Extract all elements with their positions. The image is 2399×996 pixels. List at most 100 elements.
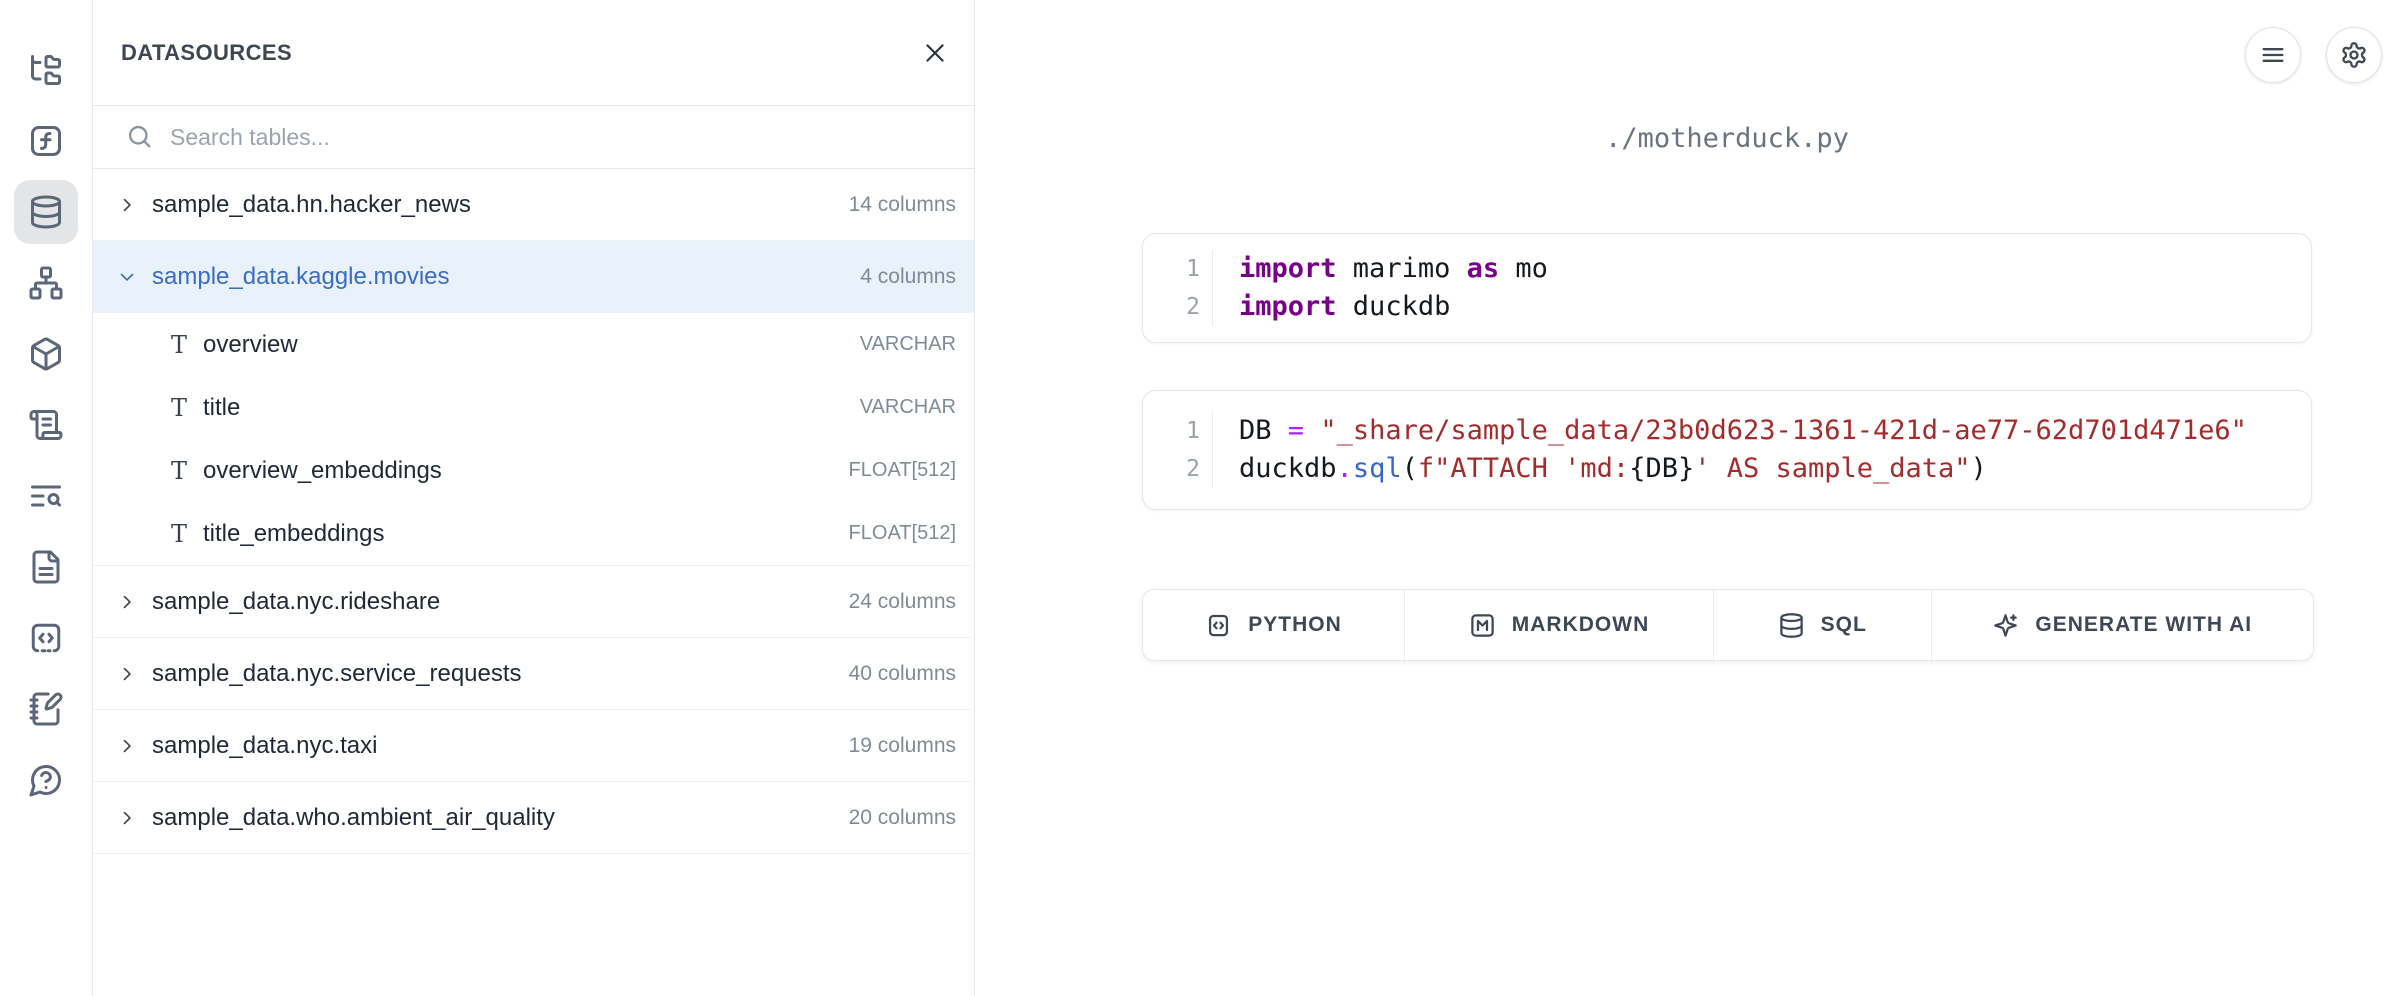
app-root: DATASOURCES sample_data.hn.hacker_news 1… xyxy=(0,0,2399,996)
line-number: 2 xyxy=(1143,288,1200,326)
table-name: sample_data.who.ambient_air_quality xyxy=(152,804,849,832)
chat-question-icon xyxy=(28,762,64,798)
add-cell-sql-button[interactable]: SQL xyxy=(1714,590,1932,660)
box-icon xyxy=(28,336,64,372)
table-name: sample_data.nyc.service_requests xyxy=(152,660,849,688)
text-type-icon: T xyxy=(166,331,192,359)
table-row[interactable]: sample_data.nyc.service_requests 40 colu… xyxy=(93,638,974,710)
rail-icon-box xyxy=(14,535,78,599)
table-row[interactable]: sample_data.who.ambient_air_quality 20 c… xyxy=(93,782,974,854)
search-icon xyxy=(126,123,154,151)
file-text-icon xyxy=(28,549,64,585)
action-label: MARKDOWN xyxy=(1512,613,1649,637)
text-search-icon xyxy=(28,478,64,514)
line-number-gutter: 12 xyxy=(1143,250,1213,326)
folder-tree-icon xyxy=(28,52,64,88)
sparkles-icon xyxy=(1992,612,2019,639)
database-icon xyxy=(28,194,64,230)
code-square-icon xyxy=(28,620,64,656)
code-line: duckdb.sql(f"ATTACH 'md:{DB}' AS sample_… xyxy=(1239,450,2311,488)
rail-icon-box xyxy=(14,109,78,173)
table-row[interactable]: sample_data.hn.hacker_news 14 columns xyxy=(93,169,974,241)
code-editor[interactable]: DB = "_share/sample_data/23b0d623-1361-4… xyxy=(1213,412,2311,488)
table-column-count: 19 columns xyxy=(849,734,956,758)
table-row[interactable]: sample_data.kaggle.movies 4 columns xyxy=(93,241,974,313)
chevron-right-icon xyxy=(117,664,137,684)
column-row[interactable]: T overview VARCHAR xyxy=(93,313,974,376)
rail-item-documentation[interactable] xyxy=(0,531,93,602)
text-type-icon: T xyxy=(166,457,192,485)
rail-item-logs[interactable] xyxy=(0,389,93,460)
square-m-icon xyxy=(1469,612,1496,639)
datasources-panel: DATASOURCES sample_data.hn.hacker_news 1… xyxy=(93,0,975,996)
code-editor[interactable]: import marimo as moimport duckdb xyxy=(1213,250,2311,326)
action-label: SQL xyxy=(1821,613,1867,637)
columns-group: T overview VARCHAR T title VARCHAR T ove… xyxy=(93,313,974,566)
chevron-right-icon xyxy=(117,736,137,756)
table-row[interactable]: sample_data.nyc.rideshare 24 columns xyxy=(93,566,974,638)
notebook-filename: ./motherduck.py xyxy=(1142,123,2312,154)
close-panel-button[interactable] xyxy=(922,40,948,66)
menu-button[interactable] xyxy=(2245,27,2301,83)
column-row[interactable]: T title_embeddings FLOAT[512] xyxy=(93,502,974,565)
column-type: FLOAT[512] xyxy=(849,522,956,545)
column-type: VARCHAR xyxy=(860,333,956,356)
rail-item-scratchpad[interactable] xyxy=(0,673,93,744)
network-icon xyxy=(28,265,64,301)
code-line: import marimo as mo xyxy=(1239,250,2311,288)
chevron-down-icon xyxy=(117,267,137,287)
line-number: 1 xyxy=(1143,412,1200,450)
rail-item-datasources[interactable] xyxy=(0,176,93,247)
text-type-icon: T xyxy=(166,520,192,548)
chevron-right-icon xyxy=(117,195,137,215)
table-name: sample_data.hn.hacker_news xyxy=(152,191,849,219)
notebook-pen-icon xyxy=(28,691,64,727)
table-row[interactable]: sample_data.nyc.taxi 19 columns xyxy=(93,710,974,782)
panel-title: DATASOURCES xyxy=(121,40,292,66)
rail-item-variables[interactable] xyxy=(0,105,93,176)
rail-icon-box xyxy=(14,322,78,386)
rail-item-dependency-graph[interactable] xyxy=(0,247,93,318)
rail-item-file-explorer[interactable] xyxy=(0,34,93,105)
notebook-main: ./motherduck.py 12import marimo as moimp… xyxy=(976,0,2399,996)
rail-icon-box xyxy=(14,180,78,244)
code-chip-icon xyxy=(1205,612,1232,639)
code-line: DB = "_share/sample_data/23b0d623-1361-4… xyxy=(1239,412,2311,450)
rail-icon-box xyxy=(14,606,78,670)
rail-item-search-logs[interactable] xyxy=(0,460,93,531)
code-cell-attach-db[interactable]: 12 DB = "_share/sample_data/23b0d623-1361… xyxy=(1142,390,2312,510)
column-row[interactable]: T overview_embeddings FLOAT[512] xyxy=(93,439,974,502)
text-type-icon: T xyxy=(166,394,192,422)
hamburger-menu-icon xyxy=(2259,41,2287,69)
tables-list: sample_data.hn.hacker_news 14 columns sa… xyxy=(93,169,974,854)
close-icon xyxy=(922,40,948,66)
add-cell-generate-with-ai-button[interactable]: GENERATE WITH AI xyxy=(1932,590,2313,660)
rail-item-snippets[interactable] xyxy=(0,602,93,673)
add-cell-bar: PYTHON MARKDOWN SQL GENERATE WITH AI xyxy=(1142,589,2314,661)
column-name: title xyxy=(203,394,860,422)
table-column-count: 20 columns xyxy=(849,806,956,830)
action-label: PYTHON xyxy=(1248,613,1342,637)
chevron-right-icon xyxy=(117,808,137,828)
function-square-icon xyxy=(28,123,64,159)
column-name: title_embeddings xyxy=(203,520,849,548)
gear-icon xyxy=(2340,41,2368,69)
table-column-count: 14 columns xyxy=(849,193,956,217)
line-number-gutter: 12 xyxy=(1143,412,1213,488)
rail-icon-box xyxy=(14,393,78,457)
add-cell-markdown-button[interactable]: MARKDOWN xyxy=(1405,590,1714,660)
add-cell-python-button[interactable]: PYTHON xyxy=(1143,590,1405,660)
rail-icon-box xyxy=(14,464,78,528)
column-row[interactable]: T title VARCHAR xyxy=(93,376,974,439)
search-input[interactable] xyxy=(170,106,974,168)
rail-icon-box xyxy=(14,38,78,102)
database-icon xyxy=(1778,612,1805,639)
rail-item-packages[interactable] xyxy=(0,318,93,389)
left-icon-rail xyxy=(0,0,93,996)
topbar-buttons xyxy=(2245,27,2382,83)
settings-button[interactable] xyxy=(2326,27,2382,83)
code-cell-imports[interactable]: 12import marimo as moimport duckdb xyxy=(1142,233,2312,343)
rail-item-help[interactable] xyxy=(0,744,93,815)
line-number: 2 xyxy=(1143,450,1200,488)
search-row xyxy=(93,106,974,169)
